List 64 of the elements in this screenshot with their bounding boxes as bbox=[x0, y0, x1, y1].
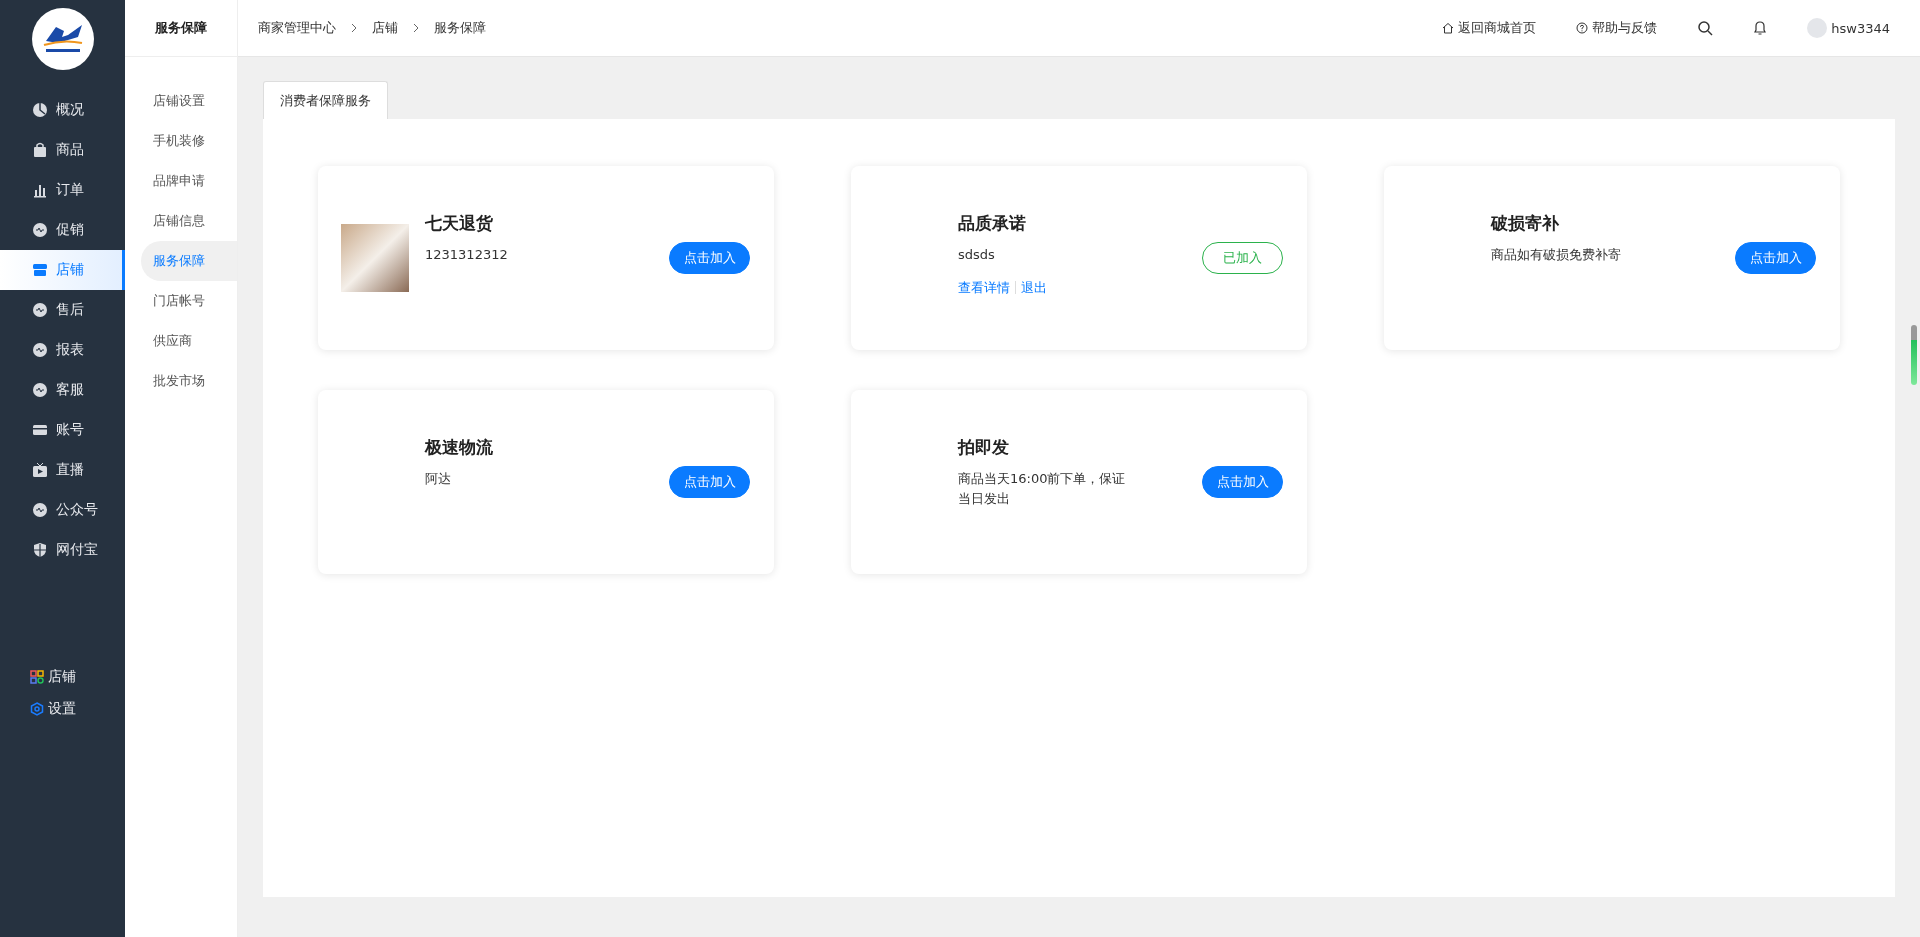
subnav-item[interactable]: 品牌申请 bbox=[125, 161, 237, 201]
bell-icon[interactable] bbox=[1753, 20, 1768, 36]
sidebar-item[interactable]: 商品 bbox=[0, 130, 125, 170]
sidebar-item[interactable]: 网付宝 bbox=[0, 530, 125, 570]
scroll-indicator bbox=[1911, 325, 1917, 385]
card-title: 七天退货 bbox=[425, 212, 494, 235]
sidebar-item[interactable]: 订单 bbox=[0, 170, 125, 210]
breadcrumb-link[interactable]: 服务保障 bbox=[434, 19, 486, 37]
sidebar-item[interactable]: 概况 bbox=[0, 90, 125, 130]
subnav-title: 服务保障 bbox=[125, 0, 237, 57]
subnav-item[interactable]: 批发市场 bbox=[125, 361, 237, 401]
subnav-item[interactable]: 店铺信息 bbox=[125, 201, 237, 241]
card-description: 商品当天16:00前下单，保证当日发出 bbox=[958, 470, 1127, 508]
grid-icon bbox=[30, 670, 44, 684]
card-title: 破损寄补 bbox=[1491, 212, 1560, 235]
join-button[interactable]: 点击加入 bbox=[669, 466, 750, 498]
card-title: 极速物流 bbox=[425, 436, 494, 459]
sidebar-item[interactable]: 公众号 bbox=[0, 490, 125, 530]
sidebar-item[interactable]: 客服 bbox=[0, 370, 125, 410]
bar-chart-icon bbox=[32, 182, 48, 198]
sidebar-item[interactable]: 店铺 bbox=[0, 250, 125, 290]
pulse-icon bbox=[32, 222, 48, 238]
chevron-icon bbox=[350, 23, 358, 33]
sidebar-item[interactable]: 促销 bbox=[0, 210, 125, 250]
subnav-item[interactable]: 供应商 bbox=[125, 321, 237, 361]
breadcrumb-link[interactable]: 店铺 bbox=[372, 19, 398, 37]
subnav-item[interactable]: 店铺设置 bbox=[125, 81, 237, 121]
subnav-item[interactable]: 服务保障 bbox=[141, 241, 237, 281]
join-button[interactable]: 点击加入 bbox=[669, 242, 750, 274]
breadcrumb-link[interactable]: 商家管理中心 bbox=[258, 19, 336, 37]
card-title: 品质承诺 bbox=[958, 212, 1027, 235]
home-link[interactable]: 返回商城首页 bbox=[1442, 19, 1537, 37]
card-link[interactable]: 退出 bbox=[1021, 278, 1047, 297]
sidebar-link[interactable]: 设置 bbox=[30, 700, 125, 718]
card-title: 拍即发 bbox=[958, 436, 1010, 459]
tab[interactable]: 消费者保障服务 bbox=[263, 81, 388, 119]
sidebar-item[interactable]: 账号 bbox=[0, 410, 125, 450]
help-icon bbox=[1576, 22, 1589, 34]
sidebar-item[interactable]: 售后 bbox=[0, 290, 125, 330]
help-link[interactable]: 帮助与反馈 bbox=[1576, 19, 1658, 37]
photo-placeholder bbox=[341, 224, 409, 292]
subnav-item[interactable]: 手机装修 bbox=[125, 121, 237, 161]
card-description: sdsds bbox=[958, 246, 996, 264]
home-icon bbox=[1442, 22, 1455, 34]
username[interactable]: hsw3344 bbox=[1831, 20, 1890, 36]
bag-icon bbox=[32, 142, 48, 158]
card-icon bbox=[32, 422, 48, 438]
store-icon bbox=[32, 262, 48, 278]
subnav-item[interactable]: 门店帐号 bbox=[125, 281, 237, 321]
search-icon[interactable] bbox=[1697, 20, 1714, 36]
pie-chart-icon bbox=[32, 102, 48, 118]
sidebar-item[interactable]: 报表 bbox=[0, 330, 125, 370]
tv-icon bbox=[32, 462, 48, 478]
sidebar-link[interactable]: 店铺 bbox=[30, 668, 125, 686]
card-description: 阿达 bbox=[425, 470, 452, 488]
card-link[interactable]: 查看详情 bbox=[958, 278, 1010, 297]
chevron-icon bbox=[412, 23, 420, 33]
join-button[interactable]: 点击加入 bbox=[1202, 466, 1283, 498]
sidebar-item[interactable]: 直播 bbox=[0, 450, 125, 490]
card-description: 1231312312 bbox=[425, 246, 509, 264]
card-description: 商品如有破损免费补寄 bbox=[1491, 246, 1622, 264]
settings-icon bbox=[30, 702, 44, 716]
join-button[interactable]: 点击加入 bbox=[1735, 242, 1816, 274]
shield-icon bbox=[32, 542, 48, 558]
